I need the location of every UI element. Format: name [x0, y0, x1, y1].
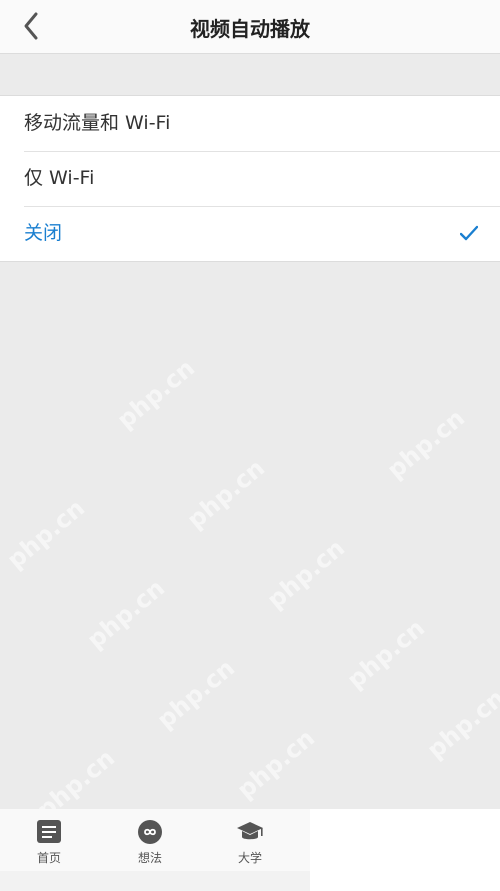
- option-label: 移动流量和 Wi-Fi: [24, 112, 171, 134]
- watermark: php.cn: [261, 533, 351, 615]
- watermark: php.cn: [1, 493, 91, 575]
- tab-bar: 首页 想法 大学: [0, 809, 310, 871]
- tab-label: 想法: [137, 851, 162, 865]
- tab-university[interactable]: 大学: [220, 819, 280, 866]
- option-wifi-only[interactable]: 仅 Wi-Fi: [0, 151, 500, 206]
- option-mobile-and-wifi[interactable]: 移动流量和 Wi-Fi: [0, 96, 500, 151]
- page-title: 视频自动播放: [190, 17, 310, 41]
- watermark: php.cn: [111, 353, 201, 435]
- watermark: php.cn: [421, 683, 500, 765]
- watermark: php.cn: [81, 573, 171, 655]
- tab-home[interactable]: 首页: [19, 819, 79, 866]
- watermark: php.cn: [181, 453, 271, 535]
- tab-label: 大学: [237, 851, 262, 865]
- tabbar-blank-area: [310, 809, 500, 891]
- checkmark-icon: [460, 225, 478, 241]
- option-label: 仅 Wi-Fi: [24, 167, 95, 189]
- graduation-cap-icon: [237, 822, 263, 840]
- nav-bar: 视频自动播放: [0, 0, 500, 54]
- tabbar-bottom-strip: [0, 871, 310, 891]
- tab-ideas[interactable]: 想法: [120, 819, 180, 866]
- watermark: php.cn: [151, 653, 241, 735]
- tab-label: 首页: [36, 851, 61, 865]
- watermark: php.cn: [381, 403, 471, 485]
- option-off[interactable]: 关闭: [0, 206, 500, 261]
- watermark: php.cn: [231, 723, 321, 805]
- autoplay-option-list: 移动流量和 Wi-Fi 仅 Wi-Fi 关闭: [0, 95, 500, 262]
- watermark: php.cn: [341, 613, 431, 695]
- document-icon: [37, 820, 61, 843]
- infinity-icon: [138, 820, 162, 844]
- option-label: 关闭: [24, 222, 63, 244]
